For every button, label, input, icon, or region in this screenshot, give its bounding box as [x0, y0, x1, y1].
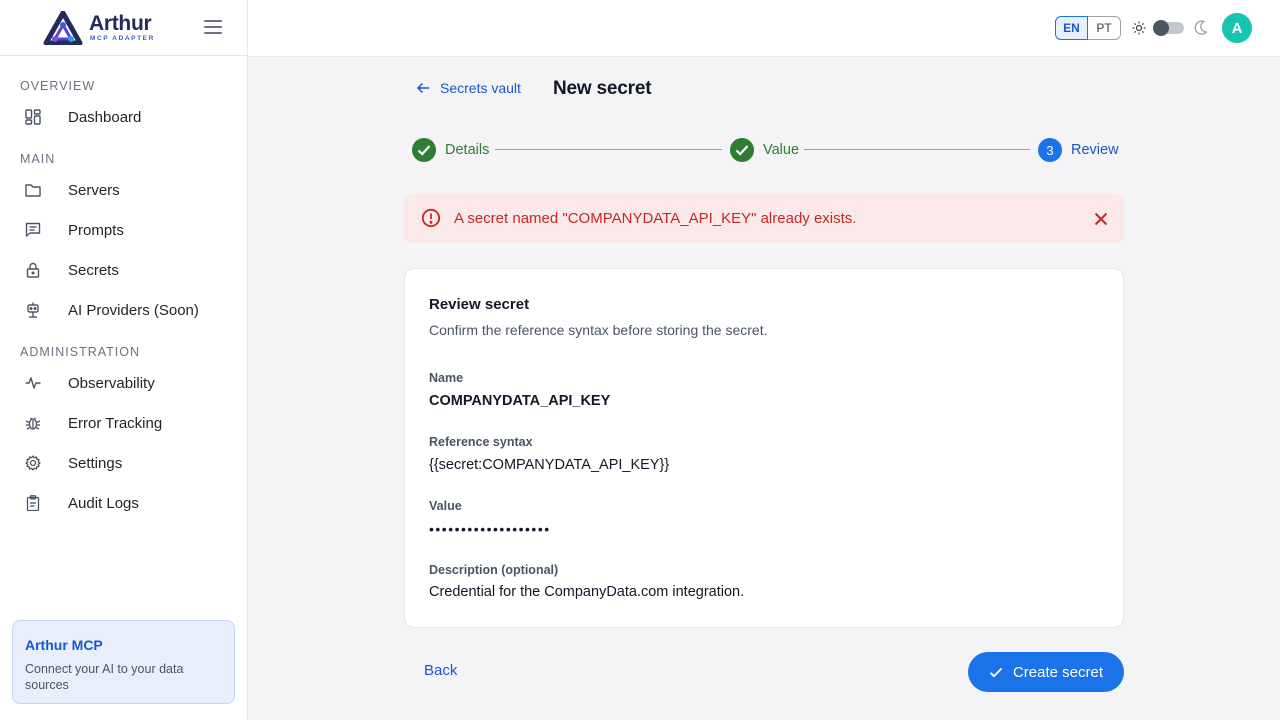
review-card: Review secret Confirm the reference synt… — [404, 268, 1124, 628]
clipboard-icon — [24, 494, 42, 512]
check-icon — [412, 138, 436, 162]
sidebar-item-dashboard[interactable]: Dashboard — [12, 99, 236, 135]
sidebar-item-label: Observability — [68, 374, 155, 392]
sidebar-item-secrets[interactable]: Secrets — [12, 252, 236, 288]
gear-icon — [24, 454, 42, 472]
sidebar-item-label: Secrets — [68, 261, 119, 279]
lock-icon — [24, 261, 42, 279]
section-label-overview: OVERVIEW — [20, 79, 96, 93]
sidebar-item-servers[interactable]: Servers — [12, 172, 236, 208]
sidebar-item-error-tracking[interactable]: Error Tracking — [12, 405, 236, 441]
arthur-logo-icon — [43, 10, 83, 45]
step-review[interactable]: 3 Review — [1038, 138, 1119, 162]
reference-syntax-value: {{secret:COMPANYDATA_API_KEY}} — [429, 457, 670, 473]
error-icon — [421, 208, 441, 228]
menu-icon[interactable] — [204, 20, 222, 36]
close-icon[interactable] — [1094, 212, 1108, 226]
theme-toggle-knob — [1153, 20, 1169, 36]
sidebar-item-label: Settings — [68, 454, 123, 472]
language-en-button[interactable]: EN — [1055, 16, 1088, 40]
language-switcher: EN PT — [1055, 16, 1121, 40]
check-icon — [730, 138, 754, 162]
sidebar-item-ai-providers[interactable]: AI Providers (Soon) — [12, 292, 236, 328]
step-details[interactable]: Details — [412, 138, 489, 162]
bug-icon — [24, 414, 42, 432]
promo-title: Arthur MCP — [25, 637, 103, 653]
sidebar-item-label: Audit Logs — [68, 494, 139, 512]
logo-name: Arthur — [89, 11, 152, 35]
folder-icon — [24, 181, 42, 199]
step-value[interactable]: Value — [730, 138, 799, 162]
step-number: 3 — [1038, 138, 1062, 162]
step-label: Review — [1071, 142, 1119, 158]
sidebar-item-observability[interactable]: Observability — [12, 365, 236, 401]
sidebar-item-label: AI Providers (Soon) — [68, 301, 199, 319]
error-alert: A secret named "COMPANYDATA_API_KEY" alr… — [404, 194, 1124, 243]
step-label: Value — [763, 142, 800, 158]
logo-text: Arthur MCP ADAPTER — [89, 11, 155, 43]
create-secret-label: Create secret — [1012, 663, 1104, 681]
back-button[interactable]: Back — [424, 662, 457, 679]
sidebar-item-label: Dashboard — [68, 108, 142, 126]
page-title: New secret — [553, 78, 652, 99]
step-label: Details — [445, 142, 490, 158]
masked-value: ••••••••••••••••••• — [429, 521, 551, 537]
sun-icon — [1132, 21, 1146, 35]
reference-syntax-label: Reference syntax — [429, 435, 533, 449]
message-icon — [24, 221, 42, 239]
dashboard-icon — [24, 108, 42, 126]
logo-bar: Arthur MCP ADAPTER — [0, 0, 247, 56]
sidebar-item-label: Servers — [68, 181, 120, 199]
sidebar-item-label: Prompts — [68, 221, 124, 239]
robot-icon — [24, 301, 42, 319]
value-label: Value — [429, 499, 462, 513]
promo-text: Connect your AI to your data sources — [25, 662, 184, 692]
name-label: Name — [429, 371, 464, 385]
activity-icon — [24, 374, 42, 392]
back-link-label: Secrets vault — [440, 80, 521, 96]
description-label: Description (optional) — [429, 563, 559, 577]
sidebar: Arthur MCP ADAPTER OVERVIEW Dashboard MA… — [0, 0, 248, 720]
logo-subtitle: MCP ADAPTER — [90, 34, 155, 42]
check-icon — [989, 667, 1003, 677]
avatar[interactable]: A — [1222, 13, 1252, 43]
create-secret-button[interactable]: Create secret — [968, 652, 1124, 692]
step-connector — [804, 149, 1030, 150]
sidebar-item-settings[interactable]: Settings — [12, 445, 236, 481]
section-label-main: MAIN — [20, 152, 56, 166]
arrow-left-icon — [417, 82, 429, 94]
alert-message: A secret named "COMPANYDATA_API_KEY" alr… — [454, 210, 857, 227]
card-title: Review secret — [429, 296, 530, 313]
topbar: EN PT A — [248, 0, 1280, 57]
name-value: COMPANYDATA_API_KEY — [429, 393, 611, 409]
moon-icon — [1194, 20, 1208, 35]
sidebar-item-audit-logs[interactable]: Audit Logs — [12, 485, 236, 521]
card-subtitle: Confirm the reference syntax before stor… — [429, 322, 768, 338]
language-pt-button[interactable]: PT — [1088, 16, 1121, 40]
sidebar-item-prompts[interactable]: Prompts — [12, 212, 236, 248]
description-value: Credential for the CompanyData.com integ… — [429, 584, 745, 600]
section-label-administration: ADMINISTRATION — [20, 345, 141, 359]
theme-toggle[interactable] — [1153, 20, 1184, 36]
step-connector — [495, 149, 722, 150]
secrets-vault-back-link[interactable]: Secrets vault — [417, 80, 521, 96]
promo-card[interactable]: Arthur MCP Connect your AI to your data … — [12, 620, 235, 704]
sidebar-item-label: Error Tracking — [68, 414, 163, 432]
